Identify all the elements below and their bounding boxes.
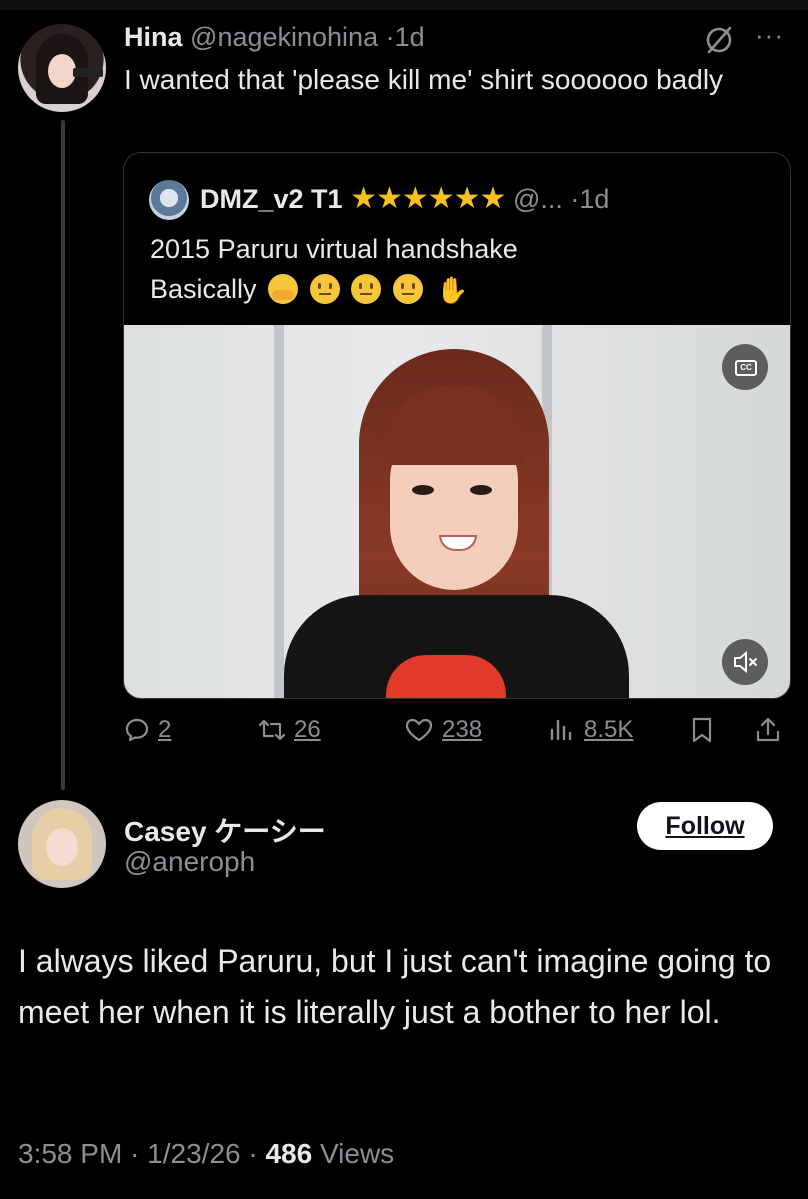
quoted-author-name: DMZ_v2 T1	[200, 184, 343, 214]
post-metadata: 3:58 PM · 1/23/26 · 486 Views	[18, 1138, 394, 1170]
repost-count: 26	[294, 716, 321, 743]
avatar-casey[interactable]	[18, 800, 106, 888]
reply-icon	[125, 718, 149, 742]
views-action[interactable]: 8.5K	[548, 716, 633, 744]
person-eye	[412, 485, 434, 495]
share-icon	[756, 717, 780, 742]
follow-button[interactable]: Follow	[637, 802, 773, 850]
shirt-heart-graphic	[386, 655, 506, 698]
background-pillar	[274, 325, 284, 698]
star-emojis: ★★★★★★	[350, 182, 506, 215]
closed-captions-icon: CC	[735, 360, 757, 376]
top-edge	[0, 0, 808, 10]
quoted-text-line-2: Basically	[150, 269, 518, 310]
thread-connector-line	[61, 120, 65, 790]
quoted-post-time: 1d	[579, 184, 610, 214]
quoted-author-handle: @...	[512, 184, 563, 214]
reply-author-handle[interactable]: @aneroph	[124, 846, 255, 878]
neutral-face-emoji	[392, 274, 423, 304]
avatar-prop	[73, 68, 103, 77]
quoted-text-basically: Basically	[150, 274, 257, 304]
quoted-post-card[interactable]: DMZ_v2 T1 ★★★★★★ @... ·1d 2015 Paruru vi…	[123, 152, 791, 699]
hugging-face-emoji	[268, 274, 299, 304]
neutral-face-emoji	[351, 274, 382, 304]
separator-dot: ·	[248, 1138, 258, 1169]
mute-button[interactable]	[722, 639, 768, 685]
more-options-icon[interactable]: ···	[755, 20, 784, 51]
quoted-text-line-1: 2015 Paruru virtual handshake	[150, 234, 518, 264]
share-action[interactable]	[755, 716, 781, 744]
action-bar: 2 26 238 8.5K	[0, 716, 808, 752]
video-player[interactable]: CC	[124, 325, 790, 698]
bookmark-action[interactable]	[689, 716, 715, 744]
author-handle[interactable]: @nagekinohina	[190, 22, 378, 52]
reply-post-text: I always liked Paruru, but I just can't …	[18, 943, 772, 1030]
reply-author-name[interactable]: Casey ケーシー	[124, 810, 326, 850]
avatar-face	[46, 828, 78, 866]
neutral-face-emoji	[309, 274, 340, 304]
views-icon	[550, 719, 572, 741]
closed-captions-button[interactable]: CC	[722, 344, 768, 390]
views-label: Views	[319, 1138, 395, 1169]
waving-hand-emoji	[434, 270, 468, 310]
repost-icon	[258, 719, 286, 741]
avatar-face	[48, 54, 76, 88]
parent-post-text: I wanted that 'please kill me' shirt soo…	[124, 64, 724, 95]
person-eye	[470, 485, 492, 495]
separator-dot: ·	[385, 22, 395, 52]
quoted-author-avatar[interactable]	[149, 180, 189, 220]
quoted-post-text: 2015 Paruru virtual handshake Basically	[150, 229, 518, 310]
post-time[interactable]: 1d	[395, 22, 425, 52]
quoted-post-header: DMZ_v2 T1 ★★★★★★ @... ·1d	[200, 181, 609, 216]
mute-icon	[734, 650, 757, 674]
author-name[interactable]: Hina	[124, 22, 183, 52]
post-date[interactable]: 1/23/26	[147, 1138, 240, 1169]
views-total: 486	[265, 1138, 313, 1169]
like-icon	[405, 718, 433, 742]
reply-count: 2	[158, 716, 172, 743]
post-timestamp[interactable]: 3:58 PM	[18, 1138, 122, 1169]
like-action[interactable]: 238	[404, 716, 482, 744]
like-count: 238	[442, 716, 483, 743]
parent-post-header: Hina @nagekinohina ·1d	[124, 22, 425, 53]
bookmark-icon	[692, 717, 712, 743]
separator-dot: ·	[130, 1138, 140, 1169]
reply-action[interactable]: 2	[124, 716, 171, 744]
avatar-hina[interactable]	[18, 24, 106, 112]
repost-action[interactable]: 26	[258, 716, 321, 744]
grok-icon[interactable]	[703, 24, 735, 56]
views-count: 8.5K	[584, 716, 634, 743]
